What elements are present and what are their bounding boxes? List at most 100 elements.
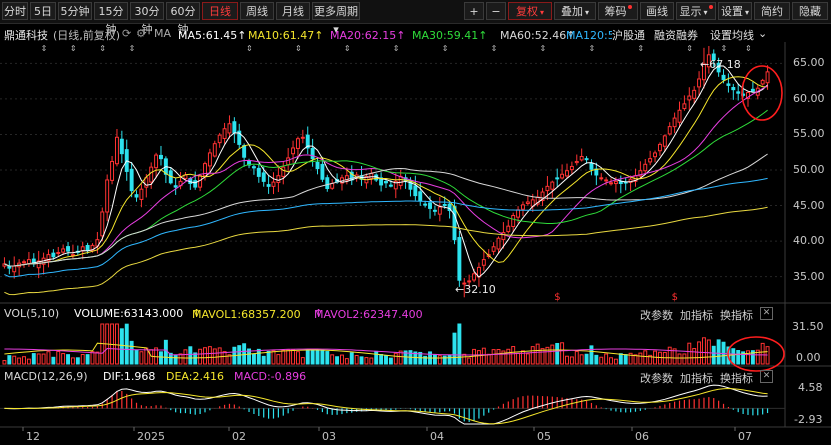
event-marker-icon[interactable]: ⇕ (246, 44, 253, 53)
event-marker-icon[interactable]: ⇕ (442, 44, 449, 53)
candle-body (325, 177, 330, 189)
volume-bar (530, 346, 535, 365)
candle-body (217, 134, 222, 144)
volume-bar (437, 355, 442, 365)
volume-bar (364, 357, 369, 365)
volume-bar (212, 348, 217, 365)
candle-body (291, 147, 296, 155)
event-marker-icon[interactable]: ⇕ (491, 44, 498, 53)
volume-bar (555, 342, 560, 365)
x-axis-label: 12 (26, 430, 40, 443)
close-icon[interactable]: ✕ (760, 370, 773, 383)
candle-body (418, 191, 423, 202)
event-marker-icon[interactable]: ⇕ (99, 44, 106, 53)
candle-body (496, 237, 501, 250)
event-marker-icon[interactable]: ⇕ (745, 44, 752, 53)
volume-bar (633, 354, 638, 365)
volume-bar (584, 353, 589, 365)
candle-body (193, 180, 198, 188)
volume-bar (574, 350, 579, 365)
volume-bar (579, 354, 584, 365)
macd-param-link[interactable]: 改参数 (640, 370, 673, 386)
event-marker-icon[interactable]: ⇕ (637, 44, 644, 53)
macd-add-indicator-link[interactable]: 加指标 (680, 370, 713, 386)
candle-body (569, 165, 574, 171)
vol-add-indicator-link[interactable]: 加指标 (680, 307, 713, 323)
candle-body (648, 158, 653, 163)
candle-body (388, 184, 393, 187)
volume-bar (746, 350, 750, 365)
volume-bar (506, 348, 511, 365)
volume-bar (183, 349, 188, 365)
event-marker-icon[interactable]: ⇕ (721, 44, 728, 53)
x-axis-label: 06 (635, 430, 649, 443)
candle-body (579, 155, 584, 161)
event-marker-icon[interactable]: ⇕ (129, 44, 136, 53)
volume-bar (310, 349, 315, 365)
volume-value: VOLUME:63143.000 (74, 307, 184, 320)
mavol2-value: MAVOL2:62347.400 ↑ (314, 307, 423, 321)
volume-bar (604, 353, 609, 365)
event-marker-icon[interactable]: ⇕ (588, 44, 595, 53)
volume-bar (320, 349, 325, 365)
volume-bar (760, 342, 765, 365)
volume-bar (476, 350, 481, 365)
volume-bar (61, 353, 66, 365)
candle-body (266, 184, 271, 187)
candle-body (682, 103, 687, 110)
volume-bar (462, 353, 467, 365)
volume-bar (198, 348, 203, 365)
candle-body (516, 209, 521, 218)
candle-body (256, 167, 261, 177)
volume-bar (134, 349, 139, 365)
volume-bar (623, 354, 628, 365)
event-marker-icon[interactable]: ⇕ (393, 44, 400, 53)
volume-bar (70, 357, 75, 365)
candle-body (261, 172, 266, 182)
volume-bar (51, 356, 56, 365)
volume-bar (305, 349, 310, 365)
price-axis-label: 60.00 (793, 91, 825, 105)
candle-body (227, 123, 232, 134)
event-marker-icon[interactable]: ⇕ (41, 44, 48, 53)
candle-body (472, 273, 477, 281)
volume-bar (701, 337, 706, 365)
candle-body (574, 160, 579, 164)
event-marker-icon[interactable]: ⇕ (540, 44, 547, 53)
dividend-marker-icon[interactable]: $ (672, 292, 678, 303)
volume-bar (657, 351, 662, 365)
x-axis-label: 07 (738, 430, 752, 443)
volume-bar (565, 355, 569, 365)
candle-body (173, 185, 178, 188)
candle-body (12, 265, 17, 273)
candle-body (667, 126, 672, 135)
candle-body (613, 180, 618, 185)
volume-bar (447, 355, 452, 365)
candle-body (677, 109, 682, 123)
x-axis-label: 03 (322, 430, 336, 443)
volume-bar (393, 352, 398, 365)
vol-switch-indicator-link[interactable]: 换指标 (720, 307, 753, 323)
candle-body (653, 152, 658, 158)
volume-bar (22, 356, 26, 365)
candle-body (330, 183, 335, 189)
event-marker-icon[interactable]: ⇕ (686, 44, 693, 53)
event-marker-icon[interactable]: ⇕ (344, 44, 351, 53)
vol-param-link[interactable]: 改参数 (640, 307, 673, 323)
candle-body (452, 206, 457, 241)
candle-body (139, 188, 144, 200)
volume-bar (271, 350, 276, 365)
volume-bar (66, 354, 71, 365)
event-marker-icon[interactable]: ⇕ (70, 44, 77, 53)
volume-bar (129, 340, 134, 365)
event-marker-icon[interactable]: ⇕ (295, 44, 302, 53)
volume-bar (452, 332, 457, 365)
dividend-marker-icon[interactable]: $ (554, 292, 560, 303)
low-annotation: ←32.10 (455, 283, 496, 296)
macd-switch-indicator-link[interactable]: 换指标 (720, 370, 753, 386)
volume-bar (379, 353, 384, 365)
close-icon[interactable]: ✕ (760, 307, 773, 320)
ma30-line (4, 109, 768, 267)
price-axis-label: 50.00 (793, 163, 825, 176)
candle-body (413, 185, 418, 197)
